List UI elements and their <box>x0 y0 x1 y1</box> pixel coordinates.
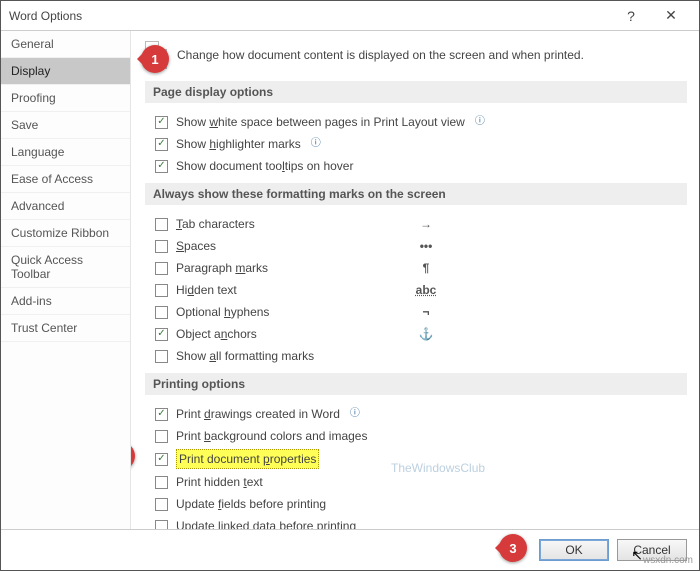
annotation-badge-3: 3 <box>499 534 527 562</box>
formatting-mark-icon: ••• <box>413 237 439 255</box>
checkbox[interactable] <box>155 262 168 275</box>
option-row: Print drawings created in Word ⓘ <box>145 403 687 425</box>
option-row: Hidden text abc <box>145 279 445 301</box>
intro-text: Change how document content is displayed… <box>177 48 584 62</box>
annotation-badge-1: 1 <box>141 45 169 73</box>
option-label[interactable]: Update linked data before printing <box>176 517 356 529</box>
option-row: Show document tooltips on hover <box>145 155 687 177</box>
cursor-icon: ↖ <box>631 547 643 564</box>
checkbox[interactable] <box>155 116 168 129</box>
option-label[interactable]: Optional hyphens <box>176 303 269 321</box>
option-label[interactable]: Show all formatting marks <box>176 347 314 365</box>
source-attribution: wsxdn.com <box>643 555 693 566</box>
checkbox[interactable] <box>155 284 168 297</box>
checkbox[interactable] <box>155 430 168 443</box>
option-label[interactable]: Show white space between pages in Print … <box>176 113 465 131</box>
option-row: Show white space between pages in Print … <box>145 111 687 133</box>
checkbox[interactable] <box>155 240 168 253</box>
checkbox[interactable] <box>155 306 168 319</box>
checkbox[interactable] <box>155 453 168 466</box>
option-label[interactable]: Show document tooltips on hover <box>176 157 353 175</box>
ok-button[interactable]: OK <box>539 539 609 561</box>
sidebar-item-general[interactable]: General <box>1 31 130 58</box>
option-row: Print document properties2 <box>145 447 687 471</box>
checkbox[interactable] <box>155 350 168 363</box>
checkbox[interactable] <box>155 498 168 511</box>
formatting-mark-icon: → <box>413 215 439 233</box>
section-header-formatting-marks: Always show these formatting marks on th… <box>145 183 687 205</box>
checkbox[interactable] <box>155 520 168 530</box>
info-icon[interactable]: ⓘ <box>350 405 360 423</box>
option-label[interactable]: Tab characters <box>176 215 255 233</box>
help-button[interactable]: ? <box>611 1 651 31</box>
option-row: Optional hyphens ¬ <box>145 301 445 323</box>
option-label[interactable]: Update fields before printing <box>176 495 326 513</box>
dialog-footer: 3 OK Cancel ↖ <box>1 530 699 570</box>
checkbox[interactable] <box>155 160 168 173</box>
annotation-badge-2: 2 <box>131 442 135 470</box>
checkbox[interactable] <box>155 408 168 421</box>
titlebar: Word Options ? ✕ <box>1 1 699 31</box>
option-row: Object anchors ⚓ <box>145 323 445 345</box>
sidebar-item-customize-ribbon[interactable]: Customize Ribbon <box>1 220 130 247</box>
window-title: Word Options <box>9 9 611 23</box>
section-header-page-display: Page display options <box>145 81 687 103</box>
sidebar-item-add-ins[interactable]: Add-ins <box>1 288 130 315</box>
option-label[interactable]: Paragraph marks <box>176 259 268 277</box>
sidebar-item-save[interactable]: Save <box>1 112 130 139</box>
sidebar-item-display[interactable]: Display <box>1 58 130 85</box>
intro-row: Change how document content is displayed… <box>145 41 687 69</box>
sidebar-item-ease-of-access[interactable]: Ease of Access <box>1 166 130 193</box>
option-label[interactable]: Spaces <box>176 237 216 255</box>
option-row: Update fields before printing <box>145 493 687 515</box>
option-row: Tab characters → <box>145 213 445 235</box>
formatting-mark-icon: ¶ <box>413 259 439 277</box>
formatting-mark-icon: ¬ <box>413 303 439 321</box>
option-row: Print background colors and images <box>145 425 687 447</box>
option-label[interactable]: Print document properties <box>176 449 319 469</box>
close-button[interactable]: ✕ <box>651 1 691 31</box>
checkbox[interactable] <box>155 138 168 151</box>
sidebar-item-language[interactable]: Language <box>1 139 130 166</box>
checkbox[interactable] <box>155 218 168 231</box>
sidebar-item-proofing[interactable]: Proofing <box>1 85 130 112</box>
checkbox[interactable] <box>155 328 168 341</box>
sidebar-item-advanced[interactable]: Advanced <box>1 193 130 220</box>
option-row: Update linked data before printing <box>145 515 687 529</box>
section-header-printing: Printing options <box>145 373 687 395</box>
category-sidebar: GeneralDisplayProofingSaveLanguageEase o… <box>1 31 131 529</box>
option-row: Paragraph marks ¶ <box>145 257 445 279</box>
info-icon[interactable]: ⓘ <box>475 113 485 131</box>
sidebar-item-quick-access-toolbar[interactable]: Quick Access Toolbar <box>1 247 130 288</box>
info-icon[interactable]: ⓘ <box>311 135 321 153</box>
option-label[interactable]: Hidden text <box>176 281 237 299</box>
option-label[interactable]: Print background colors and images <box>176 427 367 445</box>
formatting-mark-icon: abc <box>413 281 439 299</box>
option-label[interactable]: Object anchors <box>176 325 257 343</box>
dialog-body: GeneralDisplayProofingSaveLanguageEase o… <box>1 31 699 530</box>
formatting-mark-icon: ⚓ <box>413 325 439 343</box>
option-row: Show highlighter marks ⓘ <box>145 133 687 155</box>
option-label[interactable]: Show highlighter marks <box>176 135 301 153</box>
option-row: Show all formatting marks <box>145 345 687 367</box>
sidebar-item-trust-center[interactable]: Trust Center <box>1 315 130 342</box>
checkbox[interactable] <box>155 476 168 489</box>
option-label[interactable]: Print drawings created in Word <box>176 405 340 423</box>
option-row: Print hidden text <box>145 471 687 493</box>
option-row: Spaces ••• <box>145 235 445 257</box>
content-pane: Change how document content is displayed… <box>131 31 699 529</box>
options-dialog: Word Options ? ✕ GeneralDisplayProofingS… <box>0 0 700 571</box>
option-label[interactable]: Print hidden text <box>176 473 263 491</box>
